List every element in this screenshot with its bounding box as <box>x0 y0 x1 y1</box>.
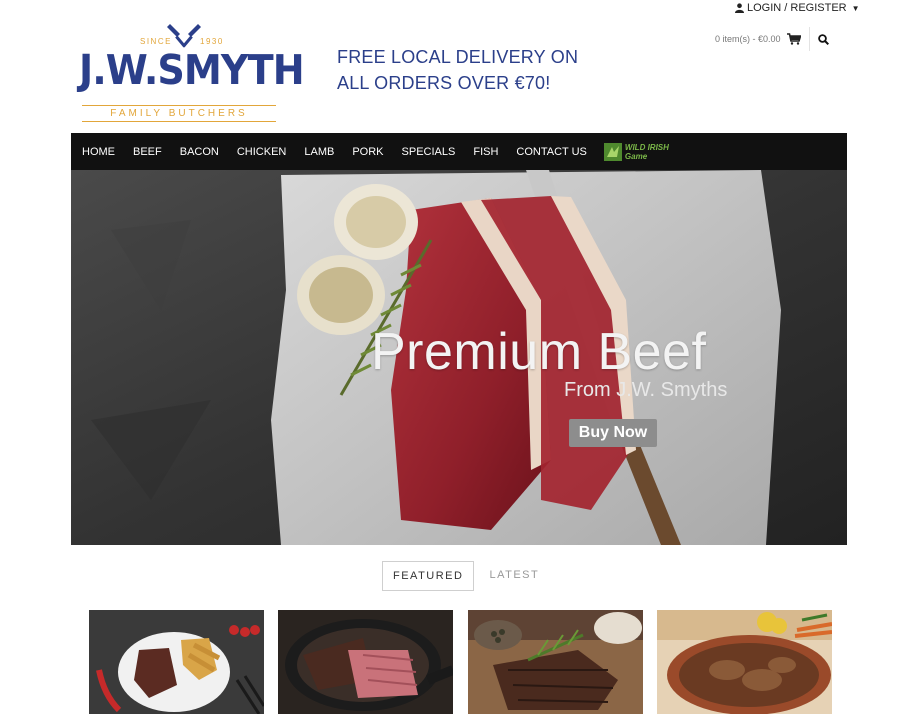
cart-bar: 0 item(s) - €0.00 <box>715 27 829 51</box>
logo-rule-bottom <box>82 121 276 122</box>
green-flag-icon <box>603 142 622 161</box>
logo-since: SINCE <box>140 37 172 46</box>
game-label: Game <box>624 151 648 161</box>
hero-subline: From J.W. Smyths <box>564 379 728 401</box>
wild-irish-game-text: WILD IRISH Game <box>625 143 669 161</box>
tab-featured[interactable]: FEATURED <box>382 561 475 591</box>
nav-item-specials[interactable]: SPECIALS <box>393 146 465 158</box>
cart-divider <box>808 27 810 51</box>
nav-item-lamb[interactable]: LAMB <box>295 146 343 158</box>
logo-name: J.W.SMYTH <box>79 46 305 94</box>
product-card[interactable] <box>468 610 643 714</box>
nav-item-beef[interactable]: BEEF <box>124 146 171 158</box>
grilled-steak-rosemary-image <box>468 610 643 714</box>
nav-item-fish[interactable]: FISH <box>464 146 507 158</box>
logo-tagline: FAMILY BUTCHERS <box>110 108 248 119</box>
tab-latest[interactable]: LATEST <box>479 561 549 591</box>
search-icon[interactable] <box>817 33 829 45</box>
product-card[interactable] <box>657 610 832 714</box>
product-card[interactable] <box>89 610 264 714</box>
nav-item-pork[interactable]: PORK <box>343 146 392 158</box>
cart-summary[interactable]: 0 item(s) - €0.00 <box>715 34 781 44</box>
login-register-link[interactable]: LOGIN / REGISTER ▼ <box>735 2 860 14</box>
logo-rule-top <box>82 105 276 106</box>
shopping-cart-icon[interactable] <box>786 33 801 45</box>
site-logo[interactable]: SINCE 1930 J.W.SMYTH FAMILY BUTCHERS <box>79 20 305 124</box>
stew-dish-image <box>657 610 832 714</box>
caret-down-icon: ▼ <box>851 3 860 13</box>
nav-item-bacon[interactable]: BACON <box>171 146 228 158</box>
buy-now-button[interactable]: Buy Now <box>569 419 657 447</box>
nav-item-contact-us[interactable]: CONTACT US <box>507 146 596 158</box>
delivery-promo: FREE LOCAL DELIVERY ON ALL ORDERS OVER €… <box>337 47 579 93</box>
wild-irish-label: WILD IRISH <box>624 142 669 152</box>
login-register-label: LOGIN / REGISTER <box>747 2 847 14</box>
hero-banner[interactable]: Premium Beef From J.W. Smyths Buy Now <box>71 170 847 545</box>
logo-year: 1930 <box>200 37 224 46</box>
nav-item-chicken[interactable]: CHICKEN <box>228 146 296 158</box>
steak-with-chips-image <box>89 610 264 714</box>
roast-beef-pan-image <box>278 610 453 714</box>
user-icon <box>735 3 744 13</box>
wild-irish-game-logo[interactable]: WILD IRISH Game <box>603 140 674 164</box>
product-grid <box>89 610 833 714</box>
nav-item-home[interactable]: HOME <box>71 146 124 158</box>
product-card[interactable] <box>278 610 453 714</box>
main-nav: HOME BEEF BACON CHICKEN LAMB PORK SPECIA… <box>71 133 847 170</box>
product-tabs: FEATURED LATEST <box>382 561 549 591</box>
hero-headline: Premium Beef <box>371 323 707 381</box>
